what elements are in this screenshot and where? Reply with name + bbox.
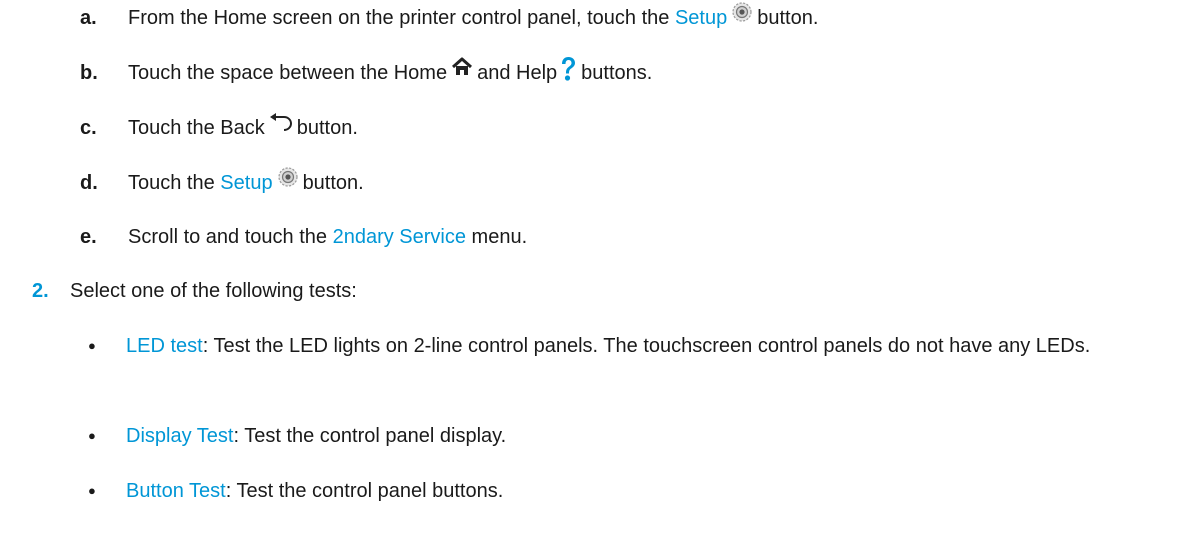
substep-marker: d. — [80, 172, 98, 194]
bullet: ● — [88, 428, 96, 443]
bullet: ● — [88, 338, 96, 353]
test-item-text: LED test: Test the LED lights on 2-line … — [126, 331, 1136, 361]
test-item-led: ● LED test: Test the LED lights on 2-lin… — [88, 331, 1136, 361]
bullet: ● — [88, 483, 96, 498]
substep-text: Touch the — [128, 172, 215, 194]
substep-e: e. Scroll to and touch the 2ndary Servic… — [80, 222, 527, 252]
substep-text-end: button. — [296, 117, 358, 139]
help-icon — [559, 56, 577, 91]
substep-c: c. Touch the Back button. — [80, 113, 358, 143]
2ndary-service-link[interactable]: 2ndary Service — [333, 222, 466, 252]
substep-text: From the Home screen on the printer cont… — [128, 7, 670, 29]
document-page: a. From the Home screen on the printer c… — [0, 0, 1199, 543]
substep-marker: b. — [80, 62, 98, 84]
substep-text: Touch the Back — [128, 117, 265, 139]
substep-text-mid: and Help — [477, 62, 558, 84]
substep-text-end: button. — [302, 172, 364, 194]
step-marker: 2. — [32, 280, 49, 302]
gear-icon — [277, 166, 299, 197]
test-item-description: : Test the LED lights on 2-line control … — [202, 335, 1091, 357]
substep-text: Scroll to and touch the — [128, 226, 328, 248]
substep-marker: e. — [80, 226, 97, 248]
step-text: Select one of the following tests: — [70, 280, 357, 302]
substep-text-end: buttons. — [581, 62, 653, 84]
test-item-text: Display Test: Test the control panel dis… — [126, 421, 506, 451]
home-icon — [451, 56, 473, 87]
display-test-link[interactable]: Display Test — [126, 425, 233, 447]
substep-text: Touch the space between the Home — [128, 62, 448, 84]
test-item-description: : Test the control panel buttons. — [225, 480, 504, 502]
led-test-link[interactable]: LED test — [126, 335, 203, 357]
substep-text-end: menu. — [471, 226, 528, 248]
test-item-display: ● Display Test: Test the control panel d… — [88, 421, 506, 451]
step-2: 2. Select one of the following tests: — [32, 276, 357, 306]
setup-link[interactable]: Setup — [675, 3, 727, 33]
setup-link[interactable]: Setup — [220, 168, 272, 198]
gear-icon — [731, 1, 753, 32]
substep-d: d. Touch the Setup button. — [80, 166, 364, 199]
substep-marker: c. — [80, 117, 97, 139]
test-item-text: Button Test: Test the control panel butt… — [126, 476, 503, 506]
substep-a: a. From the Home screen on the printer c… — [80, 1, 819, 34]
button-test-link[interactable]: Button Test — [126, 480, 226, 502]
substep-b: b. Touch the space between the Home and … — [80, 56, 653, 93]
test-item-button: ● Button Test: Test the control panel bu… — [88, 476, 503, 506]
substep-marker: a. — [80, 7, 97, 29]
back-arrow-icon — [269, 111, 293, 141]
test-item-description: : Test the control panel display. — [233, 425, 507, 447]
substep-text-end: button. — [757, 7, 819, 29]
